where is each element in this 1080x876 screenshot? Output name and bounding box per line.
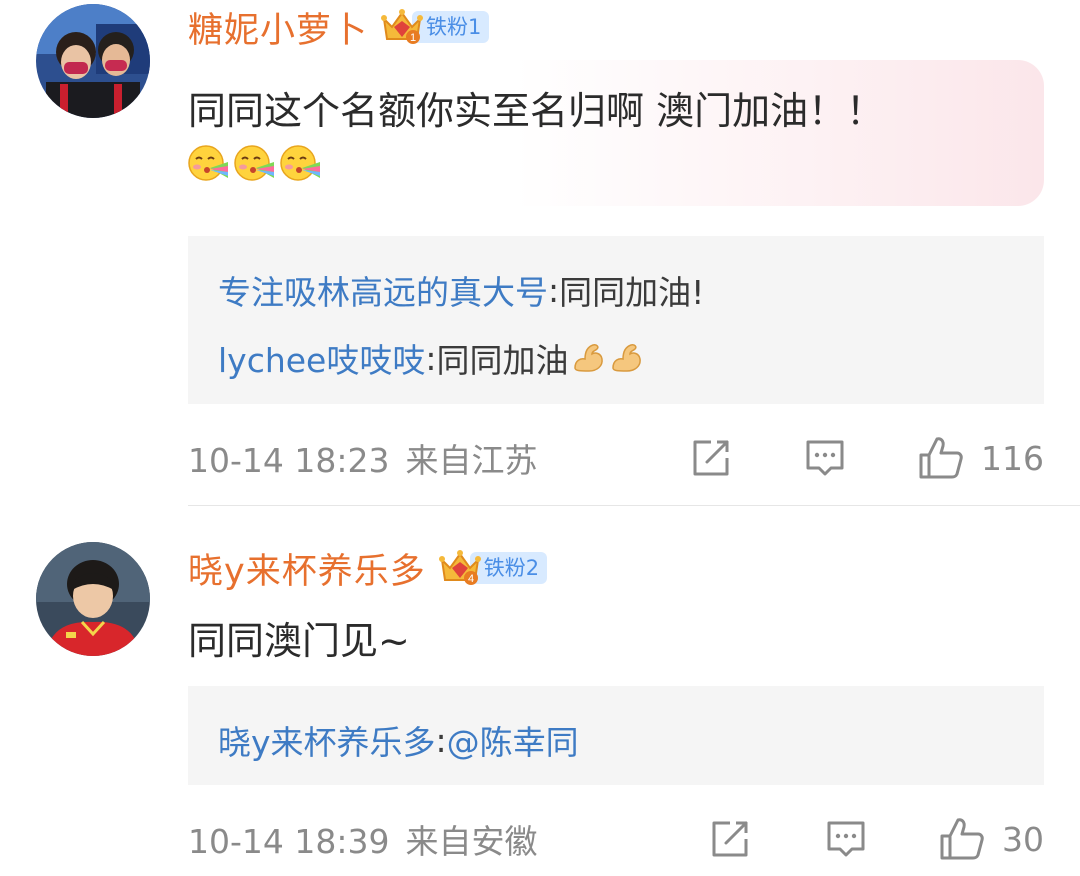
- comment-text: 同同这个名额你实至名归啊 澳门加油！！: [188, 89, 885, 133]
- kiss-rainbow-emoji: [234, 145, 274, 181]
- reply-username[interactable]: lychee吱吱吱: [218, 334, 425, 382]
- like-button[interactable]: 30: [938, 816, 1044, 862]
- reply-separator: :: [548, 270, 560, 310]
- comment-item: 糖妮小萝卜 1 铁粉1 同同这个名额你实至名归啊 澳门加油！！ 专注吸林高远的真…: [0, 0, 1080, 505]
- location: 来自江苏: [405, 441, 538, 480]
- emoji-row: [188, 142, 322, 184]
- user-row: 糖妮小萝卜 1 铁粉1: [188, 2, 490, 53]
- comment-icon[interactable]: [824, 817, 868, 861]
- reply-mention[interactable]: @陈幸同: [447, 716, 579, 764]
- like-button[interactable]: 116: [917, 435, 1044, 481]
- timestamp: 10-14 18:39: [188, 822, 390, 861]
- timestamp: 10-14 18:23: [188, 441, 390, 480]
- comment-meta: 10-14 18:39 来自安徽: [188, 815, 708, 863]
- crown-icon: 1: [381, 9, 424, 44]
- thumbs-up-icon: [940, 818, 984, 860]
- user-row: 晓y来杯养乐多 4 铁粉2: [188, 543, 548, 594]
- avatar[interactable]: [36, 4, 150, 118]
- kiss-rainbow-emoji: [280, 145, 320, 181]
- comment-icon[interactable]: [803, 436, 847, 480]
- share-edit-icon[interactable]: [689, 436, 733, 480]
- comment-footer: 10-14 18:39 来自安徽 30: [188, 814, 1044, 864]
- comment-footer: 10-14 18:23 来自江苏 116: [188, 433, 1044, 483]
- fan-badge[interactable]: 1 铁粉1: [380, 7, 490, 47]
- reply-box[interactable]: 晓y来杯养乐多: @陈幸同: [188, 686, 1044, 785]
- comment-meta: 10-14 18:23 来自江苏: [188, 434, 689, 482]
- reply-text: 同同加油!: [559, 273, 705, 312]
- reply-emojis: [571, 340, 645, 376]
- crown-icon: 4: [438, 550, 481, 585]
- muscle-emoji: [573, 344, 603, 372]
- reply-username[interactable]: 专注吸林高远的真大号: [218, 266, 548, 314]
- fan-badge[interactable]: 4 铁粉2: [438, 548, 548, 588]
- reply-item[interactable]: 专注吸林高远的真大号: 同同加油!: [218, 266, 704, 314]
- kiss-rainbow-emoji: [188, 145, 228, 181]
- share-edit-icon[interactable]: [708, 817, 752, 861]
- like-count: 30: [1002, 819, 1044, 859]
- thumbs-up-icon: [919, 437, 963, 479]
- divider: [188, 505, 1080, 506]
- reply-separator: :: [435, 720, 447, 760]
- action-bar: 30: [708, 816, 1044, 862]
- location: 来自安徽: [405, 822, 538, 861]
- reply-username[interactable]: 晓y来杯养乐多: [218, 716, 436, 764]
- username[interactable]: 晓y来杯养乐多: [188, 543, 426, 594]
- reply-item[interactable]: lychee吱吱吱: 同同加油: [218, 334, 645, 382]
- reply-item[interactable]: 晓y来杯养乐多: @陈幸同: [218, 716, 579, 764]
- svg-text:1: 1: [410, 32, 416, 44]
- reply-text: 同同加油: [436, 341, 569, 380]
- svg-text:4: 4: [468, 573, 474, 585]
- reply-separator: :: [425, 338, 437, 378]
- muscle-emoji: [611, 344, 641, 372]
- comment-text: 同同澳门见~: [188, 619, 410, 663]
- reply-box[interactable]: 专注吸林高远的真大号: 同同加油! lychee吱吱吱: 同同加油: [188, 236, 1044, 404]
- action-bar: 116: [689, 435, 1044, 481]
- like-count: 116: [981, 438, 1044, 478]
- avatar[interactable]: [36, 542, 150, 656]
- username[interactable]: 糖妮小萝卜: [188, 2, 368, 53]
